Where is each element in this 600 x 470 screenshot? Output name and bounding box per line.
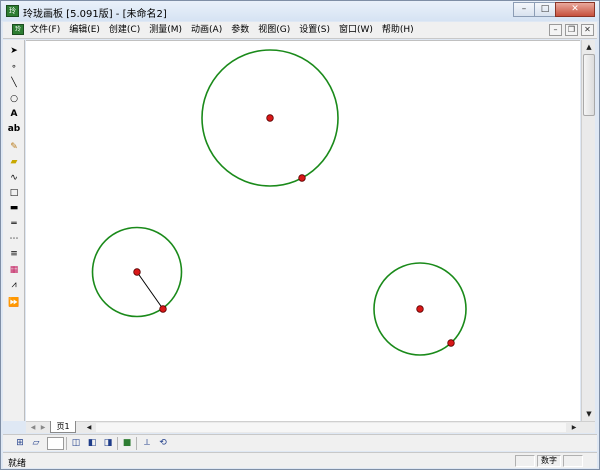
- minimize-icon[interactable]: –: [513, 2, 535, 17]
- window-controls: – □ ✕: [513, 2, 595, 18]
- app-window: 玲 玲珑画板 [5.091版] - [未命名2] – □ ✕ 玲 文件(F) 编…: [0, 0, 600, 470]
- maximize-icon[interactable]: □: [534, 2, 556, 17]
- tab-page-1[interactable]: 页1: [50, 421, 76, 433]
- menu-measure[interactable]: 测量(M): [149, 24, 182, 37]
- numlock-indicator: 数字: [537, 455, 561, 467]
- text-tool-icon[interactable]: A: [6, 107, 22, 121]
- window-title: 玲珑画板 [5.091版] - [未命名2]: [23, 9, 167, 20]
- radius-point-large[interactable]: [298, 174, 306, 182]
- title-bar[interactable]: 玲 玲珑画板 [5.091版] - [未命名2] – □ ✕: [1, 1, 599, 21]
- toolbar-separator: [117, 437, 118, 450]
- label-tool-icon[interactable]: ab: [6, 122, 22, 136]
- toolbar-separator: [66, 437, 67, 450]
- scroll-down-icon[interactable]: ▼: [583, 408, 595, 420]
- circle-tool-icon[interactable]: ○: [6, 92, 22, 106]
- scroll-left-icon[interactable]: ◀: [84, 422, 94, 433]
- coordinate-axes-icon[interactable]: ⟂: [140, 437, 154, 450]
- fill-color-icon[interactable]: ■: [120, 437, 134, 450]
- menu-window[interactable]: 窗口(W): [339, 24, 373, 37]
- dotted-line-icon[interactable]: ⋯: [6, 232, 22, 246]
- close-icon[interactable]: ✕: [555, 2, 595, 17]
- center-point-left[interactable]: [133, 268, 141, 276]
- rectangle-tool-icon[interactable]: □: [6, 186, 22, 200]
- menu-help[interactable]: 帮助(H): [382, 24, 414, 37]
- color-palette-icon[interactable]: ▦: [6, 263, 22, 277]
- scroll-up-icon[interactable]: ▲: [583, 41, 595, 53]
- status-bar: 就绪 数字: [3, 452, 597, 469]
- cube-front-icon[interactable]: ◫: [69, 437, 83, 450]
- radius-point-left[interactable]: [159, 305, 167, 313]
- vertical-scrollbar[interactable]: ▲ ▼: [581, 40, 595, 421]
- page-tab-bar: ◀ ▶ 页1 ◀ ▶: [26, 421, 595, 433]
- geometry-svg[interactable]: [26, 41, 580, 422]
- toolbox: ➤ ∘ ╲ ○ A ab ✎ ▰ ∿ □ ▬ ═ ⋯ ≡ ▦ ⩘ ⏩: [3, 40, 25, 421]
- menu-bar: 玲 文件(F) 编辑(E) 创建(C) 测量(M) 动画(A) 参数 视图(G)…: [3, 22, 597, 39]
- center-point-large[interactable]: [266, 114, 274, 122]
- menu-edit[interactable]: 编辑(E): [69, 24, 100, 37]
- status-cell-blank: [563, 455, 583, 467]
- function-graph-icon[interactable]: ⩘: [6, 278, 22, 292]
- menu-view[interactable]: 视图(G): [258, 24, 290, 37]
- drawing-canvas[interactable]: [26, 40, 580, 421]
- animation-play-icon[interactable]: ⏩: [6, 296, 22, 310]
- doc-restore-icon[interactable]: ❐: [565, 24, 578, 36]
- double-line-icon[interactable]: ═: [6, 217, 22, 231]
- doc-minimize-icon[interactable]: –: [549, 24, 562, 36]
- bottom-toolbar: ⊞ ▱ ◫ ◧ ◨ ■ ⟂ ⟲: [3, 434, 597, 451]
- thick-line-icon[interactable]: ▬: [6, 201, 22, 215]
- transform-icon[interactable]: ⟲: [156, 437, 170, 450]
- grid-icon[interactable]: ⊞: [13, 437, 27, 450]
- scroll-right-icon[interactable]: ▶: [569, 422, 579, 433]
- app-logo-icon: 玲: [6, 5, 19, 17]
- polyline-tool-icon[interactable]: ∿: [6, 171, 22, 185]
- vertical-scroll-thumb[interactable]: [583, 54, 595, 116]
- menu-settings[interactable]: 设置(S): [299, 24, 330, 37]
- doc-close-icon[interactable]: ✕: [581, 24, 594, 36]
- menu-parameters[interactable]: 参数: [231, 24, 249, 37]
- document-controls: – ❐ ✕: [546, 24, 594, 36]
- status-text: 就绪: [8, 459, 27, 469]
- radius-segment[interactable]: [136, 271, 164, 310]
- eraser-tool-icon[interactable]: ▰: [6, 155, 22, 169]
- status-cell-blank: [515, 455, 535, 467]
- menu-items: 文件(F) 编辑(E) 创建(C) 测量(M) 动画(A) 参数 视图(G) 设…: [30, 24, 423, 37]
- page-prev-icon[interactable]: ◀: [28, 422, 38, 433]
- layer-field[interactable]: [47, 437, 64, 450]
- center-point-right[interactable]: [416, 305, 424, 313]
- menu-animation[interactable]: 动画(A): [191, 24, 222, 37]
- select-arrow-icon[interactable]: ➤: [6, 44, 22, 58]
- line-tool-icon[interactable]: ╲: [6, 76, 22, 90]
- cube-side-icon[interactable]: ◧: [85, 437, 99, 450]
- pencil-tool-icon[interactable]: ✎: [6, 140, 22, 154]
- menu-create[interactable]: 创建(C): [109, 24, 140, 37]
- toolbar-separator: [136, 437, 137, 450]
- horizontal-scroll-track[interactable]: [96, 423, 566, 432]
- radius-point-right[interactable]: [447, 339, 455, 347]
- cube-top-icon[interactable]: ◨: [101, 437, 115, 450]
- page-next-icon[interactable]: ▶: [38, 422, 48, 433]
- point-tool-icon[interactable]: ∘: [6, 60, 22, 74]
- triple-line-icon[interactable]: ≡: [6, 247, 22, 261]
- document-icon[interactable]: 玲: [12, 24, 24, 35]
- parallelogram-icon[interactable]: ▱: [29, 437, 43, 450]
- menu-file[interactable]: 文件(F): [30, 24, 60, 37]
